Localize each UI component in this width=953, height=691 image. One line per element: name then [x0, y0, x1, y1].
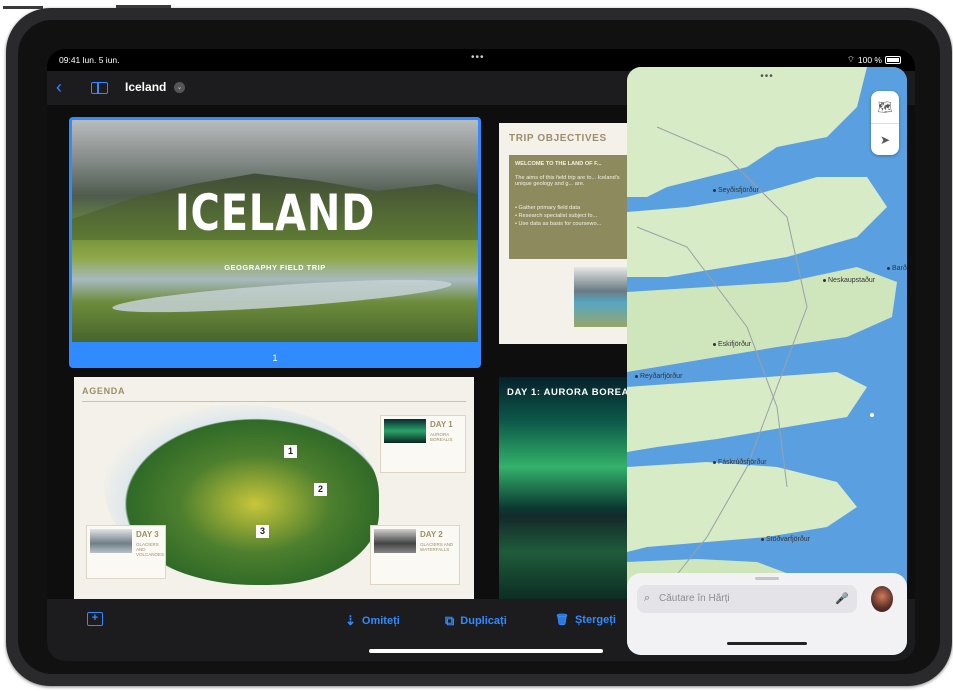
top-button [116, 5, 171, 8]
place-label[interactable]: Eskifjörður [713, 341, 751, 348]
slide-over-grabber[interactable]: ••• [627, 71, 907, 82]
map-controls: 🗺 ➤ [871, 91, 899, 155]
screen: 09:41 lun. 5 iun. ••• ⌔ 100 % ‹ Iceland … [47, 49, 915, 661]
slide-thumbnail-1[interactable]: ICELAND GEOGRAPHY FIELD TRIP 1 [69, 117, 481, 368]
volcano-thumbnail [90, 529, 132, 553]
slide2-bullet: • Research specialist subject fo... [515, 213, 598, 219]
delete-label: Ștergeți [574, 613, 616, 626]
document-title[interactable]: Iceland [125, 80, 166, 94]
duplicate-icon: ⧉ [445, 613, 455, 628]
slide2-bullet: • Use data as basis for coursewo... [515, 221, 602, 227]
slide2-box-text: The aims of this field trip are to... Ic… [515, 175, 620, 187]
agenda-card-day1: DAY 1 AURORA BOREALIS [380, 415, 466, 473]
panel-home-indicator[interactable] [727, 642, 807, 645]
glacier-thumbnail [374, 529, 416, 553]
search-icon: ⌕ [644, 592, 651, 604]
status-time: 09:41 lun. 5 iun. [59, 55, 120, 65]
multitask-dots[interactable]: ••• [471, 52, 485, 63]
place-label[interactable]: Fáskrúðsfjörður [713, 459, 767, 466]
search-panel: ⌕ Căutare în Hărți 🎤 [627, 573, 907, 655]
slide-number: 1 [272, 353, 278, 363]
card-label: DAY 2 [420, 530, 443, 539]
duplicate-button[interactable]: ⧉ Duplicați [445, 613, 507, 629]
slide3-title: AGENDA [82, 386, 126, 396]
place-label[interactable]: Neskaupstaður [823, 277, 875, 284]
panel-grabber[interactable] [755, 577, 779, 580]
status-right: ⌔ 100 % [847, 54, 901, 65]
microphone-icon[interactable]: 🎤 [835, 592, 849, 605]
slide2-text-box: WELCOME TO THE LAND OF F... The aims of … [509, 155, 639, 259]
slide1-title: ICELAND [174, 184, 376, 242]
card-subtitle: GLACIERS AND VOLCANOES [136, 542, 165, 557]
slide1-subtitle: GEOGRAPHY FIELD TRIP [224, 263, 326, 272]
location-arrow-icon[interactable]: ➤ [871, 124, 899, 156]
map-mode-icon[interactable]: 🗺 [871, 91, 899, 123]
back-icon[interactable]: ‹ [56, 78, 62, 96]
slide4-title: DAY 1: AURORA BOREALIS [507, 387, 639, 398]
slide2-box-heading: WELCOME TO THE LAND OF F... [515, 161, 602, 167]
profile-avatar[interactable] [871, 586, 893, 612]
volume-button [3, 6, 43, 9]
card-label: DAY 1 [430, 420, 453, 429]
home-indicator[interactable] [369, 649, 603, 653]
maps-slide-over[interactable]: ••• 🗺 ➤ Seyðisfjörður Neskaupstaður Eski… [627, 67, 907, 655]
card-label: DAY 3 [136, 530, 159, 539]
trash-icon: 🗑 [555, 614, 569, 626]
title-chevron-down-icon[interactable]: ⌄ [174, 82, 185, 93]
map-marker-3: 3 [256, 525, 269, 538]
sidebar-toggle-icon[interactable] [91, 82, 108, 94]
slide-thumbnail-2[interactable]: TRIP OBJECTIVES WELCOME TO THE LAND OF F… [499, 123, 639, 344]
battery-icon [885, 55, 901, 64]
omit-button[interactable]: ⇣ Omiteți [345, 613, 400, 629]
card-subtitle: GLACIERS AND WATERFALLS [420, 542, 454, 552]
place-label[interactable]: Stöðvarfjörður [761, 536, 810, 543]
place-label[interactable]: Seyðisfjörður [713, 187, 759, 194]
search-placeholder: Căutare în Hărți [659, 593, 730, 604]
search-field[interactable]: ⌕ Căutare în Hărți 🎤 [637, 585, 857, 613]
status-bar: 09:41 lun. 5 iun. ••• ⌔ 100 % [47, 49, 915, 67]
duplicate-label: Duplicați [460, 615, 507, 627]
battery-percent: 100 % [857, 54, 882, 65]
add-slide-icon[interactable]: + [87, 612, 103, 626]
skip-icon: ⇣ [345, 613, 356, 628]
place-label[interactable]: Reyðarfjörður [635, 373, 682, 380]
slide2-bullet: • Gather primary field data [515, 205, 581, 211]
omit-label: Omiteți [361, 615, 400, 627]
delete-button[interactable]: 🗑 Ștergeți [555, 613, 616, 627]
map-marker-1: 1 [284, 445, 297, 458]
card-subtitle: AURORA BOREALIS [430, 432, 453, 442]
map-canvas[interactable] [627, 67, 907, 655]
slide3-divider [82, 401, 466, 402]
slide-thumbnail-3[interactable]: AGENDA 1 2 3 DAY 1 AURORA BOREALIS DAY 2… [74, 377, 474, 602]
agenda-card-day3: DAY 3 GLACIERS AND VOLCANOES [86, 525, 166, 579]
place-label[interactable]: Barð [887, 265, 907, 272]
aurora-thumbnail [384, 419, 426, 443]
agenda-card-day2: DAY 2 GLACIERS AND WATERFALLS [370, 525, 460, 585]
slide2-title: TRIP OBJECTIVES [509, 133, 607, 144]
slide-thumbnail-4[interactable]: DAY 1: AURORA BOREALIS [499, 377, 639, 602]
map-marker-2: 2 [314, 483, 327, 496]
river-shape [111, 273, 453, 319]
wifi-icon: ⌔ [846, 54, 855, 64]
